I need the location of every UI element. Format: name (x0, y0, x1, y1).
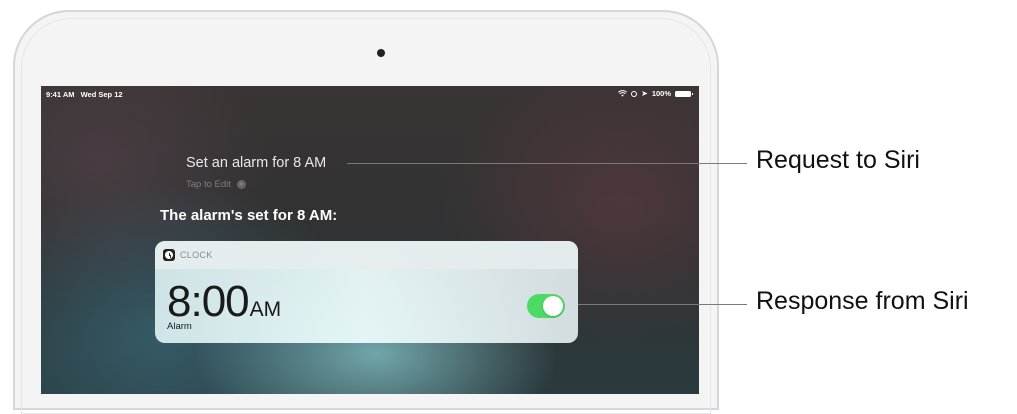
tap-to-edit-label: Tap to Edit (186, 179, 231, 190)
response-callout-label: Response from Siri (756, 287, 969, 315)
alarm-icon (631, 90, 638, 97)
status-time: 9:41 AM (46, 90, 75, 99)
alarm-time-digits: 8:00 (167, 277, 250, 326)
clock-alarm-card[interactable]: CLOCK 8:00 AM Alarm (155, 241, 578, 343)
siri-response-text: The alarm's set for 8 AM: (160, 207, 338, 224)
battery-percent: 100% (651, 89, 671, 98)
response-callout-line (578, 304, 747, 305)
alarm-time: 8:00 AM (167, 277, 281, 327)
card-header: CLOCK (155, 241, 578, 269)
clock-app-icon (163, 249, 175, 261)
battery-icon (675, 90, 693, 97)
location-icon: ➤ (641, 88, 648, 98)
request-callout-line (347, 163, 747, 164)
tap-to-edit[interactable]: Tap to Edit › (186, 179, 246, 190)
status-date: Wed Sep 12 (80, 90, 123, 99)
front-camera (377, 49, 385, 57)
card-app-name: CLOCK (180, 250, 213, 260)
alarm-toggle[interactable] (527, 294, 565, 318)
chevron-right-icon: › (236, 180, 246, 189)
alarm-label: Alarm (167, 321, 192, 332)
alarm-time-ampm: AM (249, 298, 282, 321)
request-callout-label: Request to Siri (756, 146, 920, 174)
wifi-icon (618, 90, 628, 97)
ipad-screen: 9:41 AM Wed Sep 12 ➤ 100% Set an alarm f… (41, 86, 699, 394)
toggle-knob (543, 296, 563, 316)
siri-request-text[interactable]: Set an alarm for 8 AM (186, 155, 326, 171)
status-bar: 9:41 AM Wed Sep 12 ➤ 100% (41, 86, 699, 102)
